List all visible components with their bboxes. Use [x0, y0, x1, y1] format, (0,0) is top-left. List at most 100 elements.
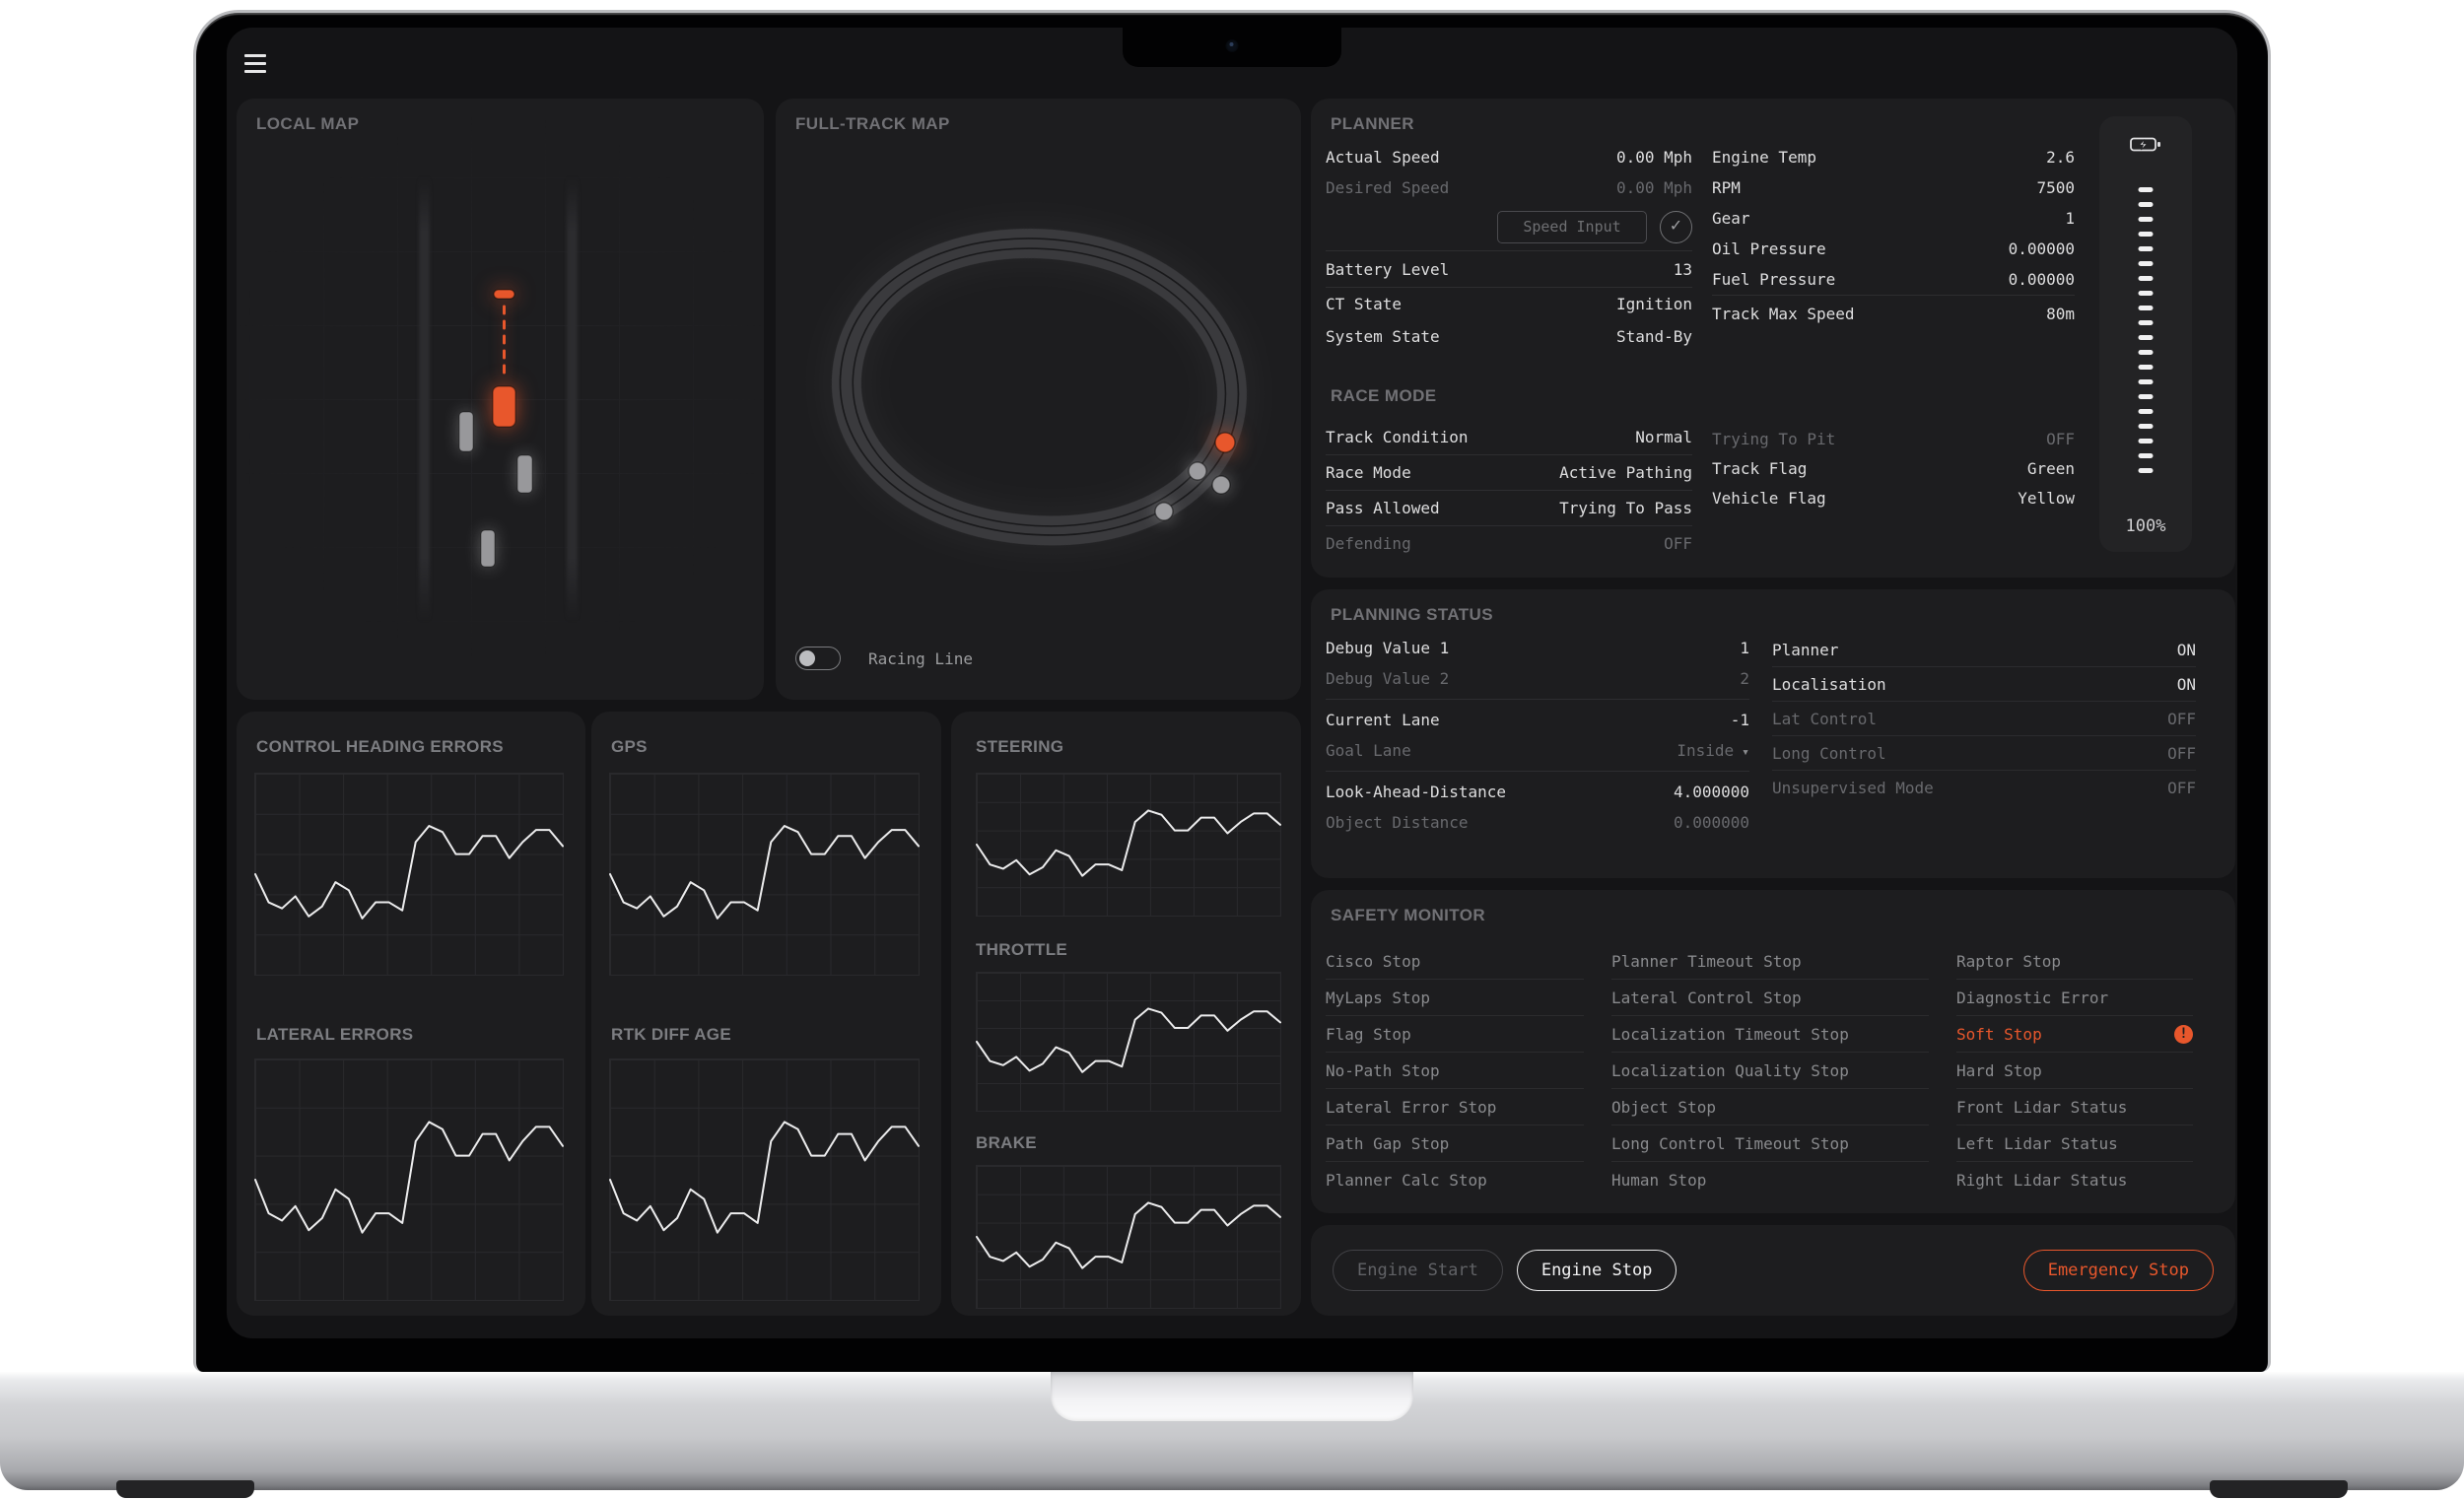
- check-circle-icon[interactable]: ✓: [1660, 211, 1692, 243]
- data-row: Engine Temp2.6: [1712, 142, 2075, 172]
- engine-start-button[interactable]: Engine Start: [1333, 1250, 1503, 1291]
- ego-dot: [1215, 433, 1235, 452]
- safety-item: Planner Calc Stop: [1326, 1162, 1584, 1198]
- speed-input[interactable]: [1497, 211, 1647, 243]
- data-row: Debug Value 22: [1326, 663, 1749, 694]
- battery-charging-icon: [2130, 136, 2161, 153]
- safety-item: Human Stop: [1611, 1162, 1929, 1198]
- chart-title: THROTTLE: [976, 940, 1067, 960]
- data-row: Look-Ahead-Distance4.000000: [1326, 777, 1749, 807]
- opponent-vehicle: [481, 530, 495, 567]
- toggle-knob: [799, 650, 815, 666]
- data-row: Track ConditionNormal: [1326, 420, 1692, 454]
- safety-item: Diagnostic Error: [1956, 980, 2193, 1016]
- engine-stop-button[interactable]: Engine Stop: [1517, 1250, 1677, 1291]
- safety-item: Front Lidar Status: [1956, 1089, 2193, 1125]
- safety-item: No-Path Stop: [1326, 1053, 1584, 1089]
- data-row: Fuel Pressure0.00000: [1712, 264, 2075, 295]
- errors-chart-panel: CONTROL HEADING ERRORS LATERAL ERRORS: [237, 712, 585, 1316]
- laptop-thumb-scoop: [1051, 1372, 1413, 1421]
- chart-title: BRAKE: [976, 1133, 1037, 1153]
- safety-item: Flag Stop: [1326, 1016, 1584, 1053]
- data-row: Debug Value 11: [1326, 633, 1749, 663]
- action-bar: Engine Start Engine Stop Emergency Stop: [1311, 1225, 2235, 1316]
- controls-chart-panel: STEERING THROTTLE BRAKE: [951, 712, 1301, 1316]
- data-row: Current Lane-1: [1326, 705, 1749, 735]
- chart-throttle: [976, 972, 1281, 1112]
- safety-item: Planner Timeout Stop: [1611, 943, 1929, 980]
- chart-gps: [609, 773, 920, 976]
- local-map-canvas: [237, 99, 764, 700]
- chevron-down-icon: [1734, 741, 1749, 760]
- safety-monitor-panel: SAFETY MONITOR Cisco Stop MyLaps Stop Fl…: [1311, 890, 2235, 1213]
- camera-notch: [1123, 28, 1341, 67]
- opponent-vehicle: [459, 412, 473, 451]
- data-row: PlannerON: [1772, 633, 2196, 667]
- racing-line-label: Racing Line: [868, 649, 973, 668]
- data-row: RPM7500: [1712, 172, 2075, 203]
- safety-item: MyLaps Stop: [1326, 980, 1584, 1016]
- data-row: Pass AllowedTrying To Pass: [1326, 491, 1692, 525]
- data-row: Long ControlOFF: [1772, 736, 2196, 771]
- data-row: CT StateIgnition: [1326, 288, 1692, 320]
- battery-segments: [2139, 187, 2154, 473]
- chart-brake: [976, 1165, 1281, 1309]
- racing-line-toggle[interactable]: [795, 647, 841, 670]
- laptop-mockup: LOCAL MAP FULL-TRACK MAP: [0, 0, 2464, 1500]
- safety-item: Lateral Control Stop: [1611, 980, 1929, 1016]
- safety-item: Localization Timeout Stop: [1611, 1016, 1929, 1053]
- track-map-canvas: [776, 99, 1301, 700]
- opponent-vehicle: [517, 455, 532, 493]
- opponent-dot: [1155, 503, 1173, 520]
- battery-percent: 100%: [2099, 516, 2192, 536]
- safety-item-soft-stop: Soft Stop: [1956, 1016, 2193, 1053]
- safety-item: Object Stop: [1611, 1089, 1929, 1125]
- data-row: Race ModeActive Pathing: [1326, 455, 1692, 490]
- laptop-screen: LOCAL MAP FULL-TRACK MAP: [193, 10, 2271, 1372]
- section-title: PLANNING STATUS: [1331, 605, 1493, 625]
- opponent-dot: [1212, 476, 1230, 494]
- safety-item: Lateral Error Stop: [1326, 1089, 1584, 1125]
- chart-title: LATERAL ERRORS: [256, 1025, 413, 1045]
- data-row: System StateStand-By: [1326, 320, 1692, 353]
- data-row: Lat ControlOFF: [1772, 702, 2196, 736]
- data-row: Object Distance0.000000: [1326, 807, 1749, 838]
- section-title: SAFETY MONITOR: [1331, 906, 1485, 925]
- safety-item: Long Control Timeout Stop: [1611, 1125, 1929, 1162]
- data-row: Unsupervised ModeOFF: [1772, 771, 2196, 805]
- data-row: DefendingOFF: [1326, 526, 1692, 561]
- chart-title: RTK DIFF AGE: [611, 1025, 731, 1045]
- chart-control-heading-errors: [254, 773, 564, 976]
- ego-vehicle: [493, 386, 515, 427]
- data-row: Battery Level13: [1326, 251, 1692, 287]
- laptop-base: [0, 1372, 2464, 1490]
- gps-chart-panel: GPS RTK DIFF AGE: [591, 712, 941, 1316]
- safety-item: Raptor Stop: [1956, 943, 2193, 980]
- data-row: Track FlagGreen: [1712, 453, 2075, 483]
- safety-item: Localization Quality Stop: [1611, 1053, 1929, 1089]
- local-map-panel: LOCAL MAP: [237, 99, 764, 700]
- goal-lane-select[interactable]: Goal Lane Inside: [1326, 735, 1749, 766]
- chart-steering: [976, 773, 1281, 917]
- laptop-foot: [116, 1480, 254, 1498]
- goal-marker: [494, 290, 514, 299]
- data-row: Trying To PitOFF: [1712, 424, 2075, 453]
- data-row: Desired Speed0.00 Mph: [1326, 172, 1692, 203]
- section-title: RACE MODE: [1331, 386, 1437, 406]
- data-row: Gear1: [1712, 203, 2075, 234]
- camera-icon: [1226, 39, 1239, 52]
- menu-icon[interactable]: [244, 54, 270, 78]
- data-row: Actual Speed0.00 Mph: [1326, 142, 1692, 172]
- section-title: PLANNER: [1331, 114, 1414, 134]
- laptop-foot: [2210, 1480, 2348, 1498]
- full-track-map-panel: FULL-TRACK MAP: [776, 99, 1301, 700]
- chart-rtk-diff-age: [609, 1058, 920, 1301]
- safety-item: Path Gap Stop: [1326, 1125, 1584, 1162]
- safety-item: Left Lidar Status: [1956, 1125, 2193, 1162]
- planning-status-panel: PLANNING STATUS Debug Value 11 Debug Val…: [1311, 589, 2235, 878]
- safety-item: Cisco Stop: [1326, 943, 1584, 980]
- emergency-stop-button[interactable]: Emergency Stop: [2023, 1250, 2214, 1291]
- planner-panel: PLANNER Actual Speed0.00 Mph Desired Spe…: [1311, 99, 2235, 578]
- battery-gauge: 100%: [2099, 116, 2192, 552]
- opponent-dot: [1189, 462, 1206, 480]
